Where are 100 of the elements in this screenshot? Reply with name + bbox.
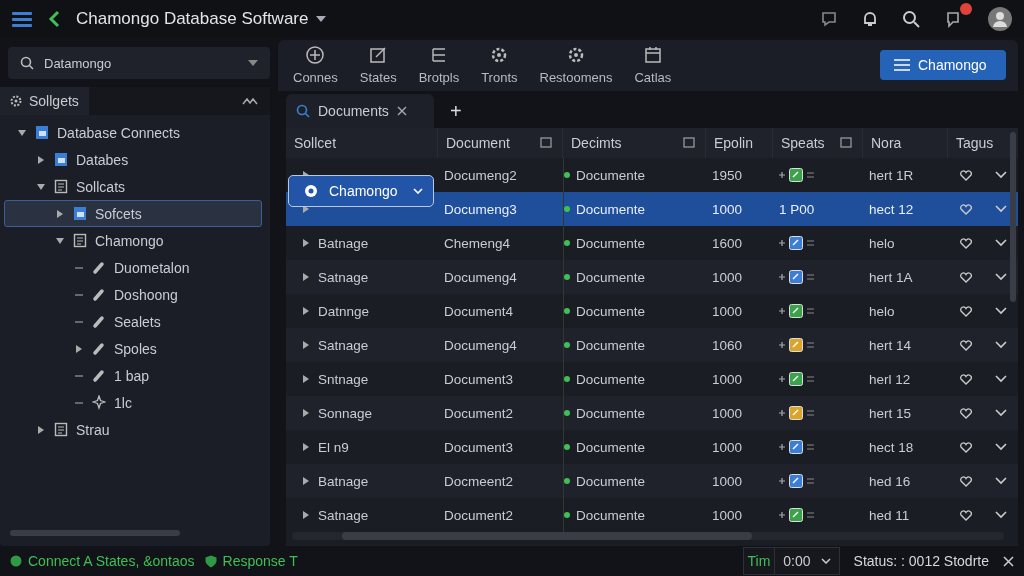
- tree-item[interactable]: Database Connects: [4, 119, 262, 146]
- chevron-icon[interactable]: [994, 341, 1007, 349]
- table-cell: Documente: [576, 201, 646, 217]
- tree-item[interactable]: Duometalon: [4, 254, 262, 281]
- tree-item[interactable]: Doshoong: [4, 281, 262, 308]
- collapse-caret-icon[interactable]: [74, 343, 84, 354]
- heart-icon[interactable]: [959, 441, 972, 453]
- scrollbar-thumb[interactable]: [10, 530, 180, 536]
- search-input[interactable]: Datamongo: [42, 54, 240, 72]
- table-cell: Document4: [444, 303, 514, 319]
- app-title-dropdown[interactable]: Chamongo Database Software: [76, 9, 327, 29]
- expand-caret-icon[interactable]: [17, 127, 27, 138]
- toolbar-button[interactable]: Tronts: [472, 45, 527, 86]
- heart-icon[interactable]: [959, 339, 972, 351]
- table-cell: 1000: [712, 303, 743, 319]
- scrollbar-thumb[interactable]: [342, 532, 752, 540]
- heart-icon[interactable]: [959, 509, 972, 521]
- sidebar-tab[interactable]: Sollgets: [0, 87, 89, 115]
- tree-item[interactable]: Sofcets: [4, 200, 262, 227]
- heart-icon[interactable]: [959, 305, 972, 317]
- heart-icon[interactable]: [959, 475, 972, 487]
- toolbar-button[interactable]: Connes: [284, 45, 347, 86]
- column-header[interactable]: Speats: [773, 128, 863, 158]
- search-field[interactable]: Datamongo: [8, 47, 270, 79]
- table-cell: Datnnge: [318, 303, 370, 319]
- chat-icon[interactable]: [820, 10, 838, 28]
- expand-row-icon[interactable]: [302, 476, 310, 486]
- chevron-icon[interactable]: [994, 239, 1007, 247]
- plus-icon: [779, 342, 785, 348]
- expand-caret-icon[interactable]: [36, 181, 46, 192]
- expand-row-icon[interactable]: [302, 272, 310, 282]
- heart-icon[interactable]: [959, 203, 972, 215]
- expand-row-icon[interactable]: [302, 408, 310, 418]
- chevron-icon[interactable]: [994, 171, 1007, 179]
- heart-icon[interactable]: [959, 373, 972, 385]
- document-tab[interactable]: Documents: [286, 94, 434, 128]
- collapse-caret-icon[interactable]: [36, 154, 46, 165]
- table-cell: 1000: [712, 473, 743, 489]
- column-menu-icon[interactable]: [540, 137, 552, 149]
- toolbar-button[interactable]: Restoomens: [530, 45, 622, 86]
- row-dropdown[interactable]: Chamongo: [288, 175, 434, 207]
- column-menu-icon[interactable]: [840, 137, 852, 149]
- table-cell: hert 15: [869, 405, 912, 421]
- expand-row-icon[interactable]: [302, 510, 310, 520]
- dot-icon: [564, 274, 570, 280]
- heart-icon[interactable]: [959, 169, 972, 181]
- tree-item[interactable]: 1 bap: [4, 362, 262, 389]
- tree-item[interactable]: 1lc: [4, 389, 262, 416]
- new-tab-button[interactable]: +: [444, 94, 468, 128]
- chevron-icon[interactable]: [994, 477, 1007, 485]
- close-icon[interactable]: [1003, 555, 1014, 567]
- primary-button[interactable]: Chamongo: [880, 50, 1006, 81]
- tree-item[interactable]: Strau: [4, 416, 262, 443]
- column-header[interactable]: Nora: [863, 128, 948, 158]
- column-header[interactable]: Tagus: [948, 128, 1018, 158]
- collapse-caret-icon[interactable]: [36, 424, 46, 435]
- expand-row-icon[interactable]: [302, 442, 310, 452]
- toolbar-button[interactable]: Brotpls: [409, 45, 469, 86]
- table-cell: Satnage: [318, 337, 369, 353]
- heart-icon[interactable]: [959, 407, 972, 419]
- table-cell: Documente: [576, 439, 646, 455]
- menu-icon[interactable]: [12, 11, 32, 27]
- lines-icon: [807, 444, 814, 450]
- tree-item[interactable]: Chamongo: [4, 227, 262, 254]
- toolbar-button[interactable]: Catlas: [625, 45, 681, 86]
- time-field[interactable]: Tim 0:00: [742, 547, 840, 575]
- chevron-icon[interactable]: [994, 409, 1007, 417]
- expand-row-icon[interactable]: [302, 340, 310, 350]
- search-icon[interactable]: [902, 10, 920, 28]
- close-icon[interactable]: [396, 106, 407, 116]
- chevron-icon[interactable]: [994, 375, 1007, 383]
- tree-item[interactable]: Sollcats: [4, 173, 262, 200]
- bell-icon[interactable]: [862, 10, 878, 28]
- expand-caret-icon[interactable]: [55, 235, 65, 246]
- expand-row-icon[interactable]: [302, 306, 310, 316]
- tree-item[interactable]: Spoles: [4, 335, 262, 362]
- tree-item[interactable]: Databes: [4, 146, 262, 173]
- heart-icon[interactable]: [959, 271, 972, 283]
- status-text: Response T: [222, 553, 298, 569]
- tree-item[interactable]: Sealets: [4, 308, 262, 335]
- heart-icon[interactable]: [959, 237, 972, 249]
- chevron-icon[interactable]: [994, 443, 1007, 451]
- expand-row-icon[interactable]: [302, 238, 310, 248]
- column-header[interactable]: Decimts: [563, 128, 706, 158]
- chevron-icon[interactable]: [994, 205, 1007, 213]
- column-header[interactable]: Epolin: [706, 128, 773, 158]
- column-header[interactable]: Document: [438, 128, 563, 158]
- toolbar-button[interactable]: States: [350, 45, 406, 86]
- back-icon[interactable]: [48, 10, 60, 28]
- column-menu-icon[interactable]: [683, 137, 695, 149]
- collapse-caret-icon[interactable]: [55, 208, 65, 219]
- expand-row-icon[interactable]: [302, 374, 310, 384]
- chevron-icon[interactable]: [994, 307, 1007, 315]
- plus-icon: [779, 444, 785, 450]
- avatar-icon[interactable]: [988, 7, 1012, 31]
- chevron-icon[interactable]: [994, 511, 1007, 519]
- scrollbar-thumb[interactable]: [1010, 132, 1016, 302]
- collapse-icon[interactable]: [242, 97, 258, 105]
- chevron-icon[interactable]: [994, 273, 1007, 281]
- column-header[interactable]: Sollcet: [286, 128, 438, 158]
